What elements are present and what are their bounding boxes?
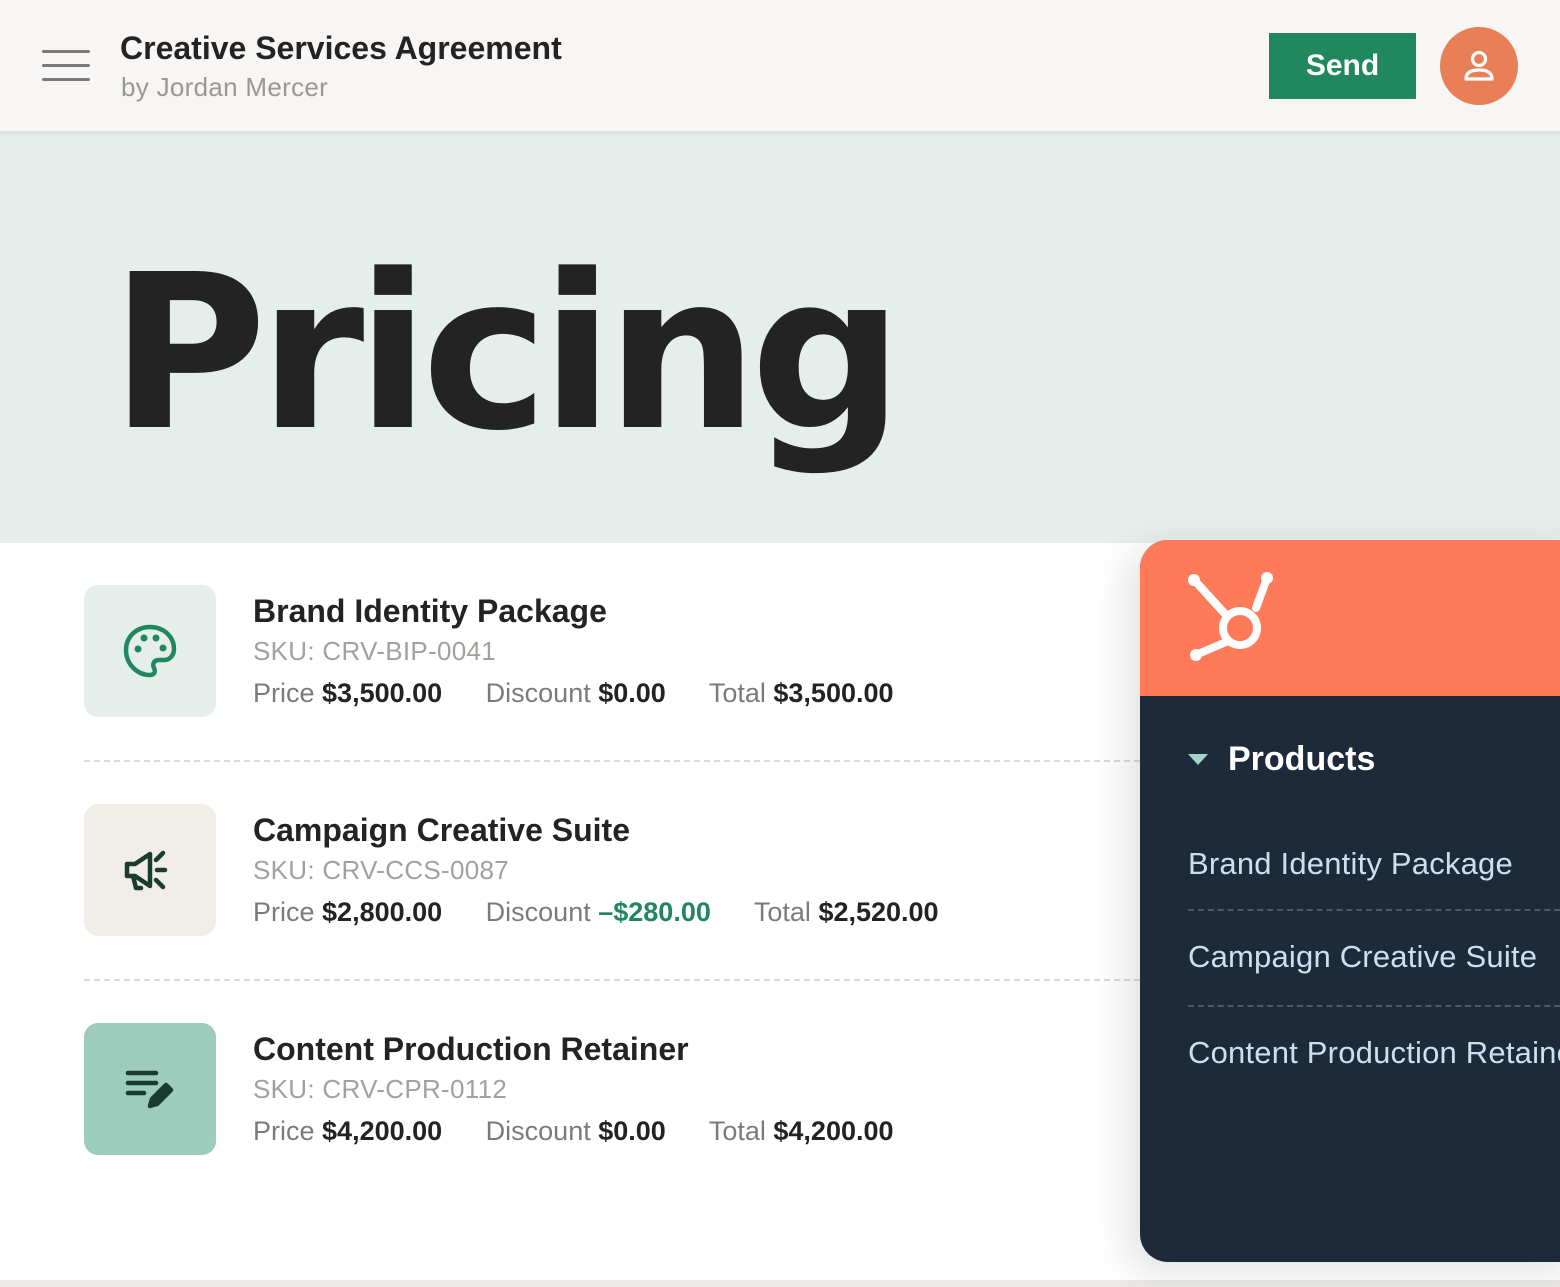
discount-value: $0.00	[598, 1116, 666, 1146]
product-row[interactable]: Content Production Retainer SKU: CRV-CPR…	[84, 1023, 1140, 1155]
panel-product-item[interactable]: Content Production Retainer	[1188, 1035, 1560, 1071]
product-sku: SKU: CRV-CPR-0112	[253, 1074, 508, 1104]
palette-icon	[123, 624, 177, 678]
send-button[interactable]: Send	[1269, 33, 1416, 99]
product-icon-tile	[84, 1023, 216, 1155]
user-icon	[1464, 50, 1494, 81]
row-divider	[84, 979, 1140, 981]
document-title: Creative Services Agreement	[120, 30, 562, 66]
discount-value: $0.00	[598, 678, 666, 708]
total-label: Total	[708, 678, 766, 708]
products-section-toggle[interactable]: Products	[1188, 740, 1375, 779]
discount-label: Discount	[485, 678, 591, 708]
panel-header	[1140, 540, 1560, 696]
panel-divider	[1188, 909, 1560, 911]
total-label: Total	[753, 897, 811, 927]
product-sku: SKU: CRV-CCS-0087	[253, 855, 510, 885]
product-icon-tile	[84, 804, 216, 936]
product-pricing: Price $3,500.00 Discount $0.00 Total $3,…	[253, 678, 930, 709]
product-pricing: Price $2,800.00 Discount –$280.00 Total …	[253, 897, 975, 928]
product-sku: SKU: CRV-BIP-0041	[253, 636, 497, 666]
row-divider	[84, 760, 1140, 762]
product-name: Brand Identity Package	[253, 593, 607, 629]
discount-label: Discount	[485, 1116, 591, 1146]
products-side-panel: Products Brand Identity Package Campaign…	[1140, 540, 1560, 1262]
hero-banner: Pricing	[0, 132, 1560, 544]
document-author: by Jordan Mercer	[121, 72, 329, 102]
edit-list-icon	[125, 1070, 174, 1109]
total-value: $3,500.00	[773, 678, 894, 708]
total-value: $2,520.00	[818, 897, 939, 927]
price-value: $3,500.00	[322, 678, 443, 708]
panel-product-item[interactable]: Campaign Creative Suite	[1188, 939, 1560, 975]
panel-divider	[1188, 1005, 1560, 1007]
discount-label: Discount	[485, 897, 591, 927]
price-label: Price	[253, 678, 315, 708]
product-icon-tile	[84, 585, 216, 717]
total-value: $4,200.00	[773, 1116, 894, 1146]
product-row[interactable]: Brand Identity Package SKU: CRV-BIP-0041…	[84, 585, 1140, 717]
product-name: Content Production Retainer	[253, 1031, 689, 1067]
hubspot-sprocket-icon	[1188, 572, 1273, 661]
price-value: $2,800.00	[322, 897, 443, 927]
header-bar: Creative Services Agreement by Jordan Me…	[0, 0, 1560, 132]
user-avatar[interactable]	[1440, 27, 1518, 105]
price-value: $4,200.00	[322, 1116, 443, 1146]
product-row[interactable]: Campaign Creative Suite SKU: CRV-CCS-008…	[84, 804, 1140, 936]
product-name: Campaign Creative Suite	[253, 812, 630, 848]
panel-product-item[interactable]: Brand Identity Package	[1188, 846, 1560, 882]
price-label: Price	[253, 897, 315, 927]
caret-down-icon	[1188, 754, 1208, 765]
product-pricing: Price $4,200.00 Discount $0.00 Total $4,…	[253, 1116, 930, 1147]
discount-value: –$280.00	[598, 897, 711, 927]
products-section-label: Products	[1228, 740, 1376, 778]
page-title: Pricing	[110, 229, 903, 478]
price-label: Price	[253, 1116, 315, 1146]
megaphone-icon	[124, 850, 168, 891]
total-label: Total	[708, 1116, 766, 1146]
hamburger-menu-icon[interactable]	[42, 50, 90, 81]
